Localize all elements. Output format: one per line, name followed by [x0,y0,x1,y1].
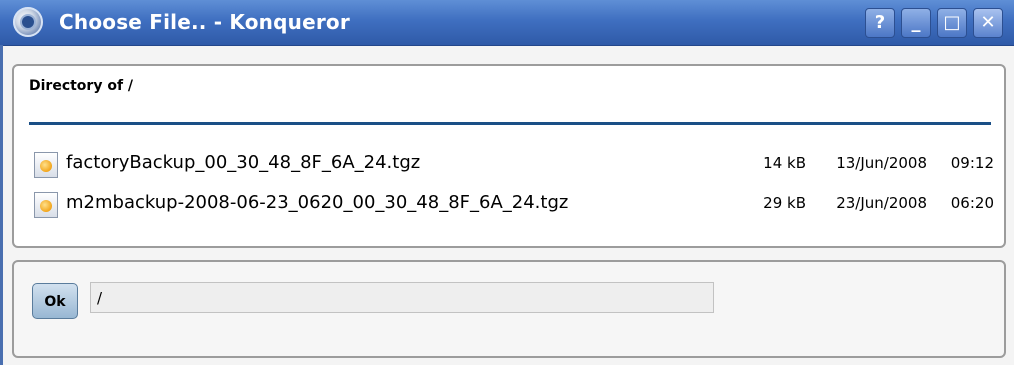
selection-panel: Ok [12,260,1006,358]
maximize-icon: □ [943,12,961,33]
file-date: 13/Jun/2008 [836,154,927,172]
window-border [0,45,3,365]
minimize-icon: _ [911,12,921,33]
close-icon: ✕ [980,12,996,33]
directory-heading: Directory of / [29,78,134,94]
archive-file-icon [34,152,58,178]
file-time: 06:20 [950,194,994,212]
help-icon: ? [874,12,886,33]
archive-file-icon [34,192,58,218]
minimize-button[interactable]: _ [901,8,931,38]
file-name-link[interactable]: m2mbackup-2008-06-23_0620_00_30_48_8F_6A… [66,192,568,213]
file-size: 29 kB [763,194,806,212]
maximize-button[interactable]: □ [937,8,967,38]
file-date: 23/Jun/2008 [836,194,927,212]
file-time: 09:12 [950,154,994,172]
title-bar[interactable]: Choose File.. - Konqueror ? _ □ ✕ [0,0,1014,46]
window-title: Choose File.. - Konqueror [59,10,350,34]
heading-rule [29,122,991,125]
help-button[interactable]: ? [865,8,895,38]
ok-button[interactable]: Ok [32,283,78,319]
file-name-link[interactable]: factoryBackup_00_30_48_8F_6A_24.tgz [66,152,420,173]
konqueror-icon[interactable] [13,7,43,37]
directory-listing-panel: Directory of / factoryBackup_00_30_48_8F… [12,64,1006,248]
konqueror-window: Choose File.. - Konqueror ? _ □ ✕ Direct… [0,0,1014,365]
file-row[interactable]: factoryBackup_00_30_48_8F_6A_24.tgz 14 k… [34,150,994,180]
file-size: 14 kB [763,154,806,172]
file-row[interactable]: m2mbackup-2008-06-23_0620_00_30_48_8F_6A… [34,190,994,220]
close-button[interactable]: ✕ [973,8,1003,38]
path-input[interactable] [90,282,714,313]
